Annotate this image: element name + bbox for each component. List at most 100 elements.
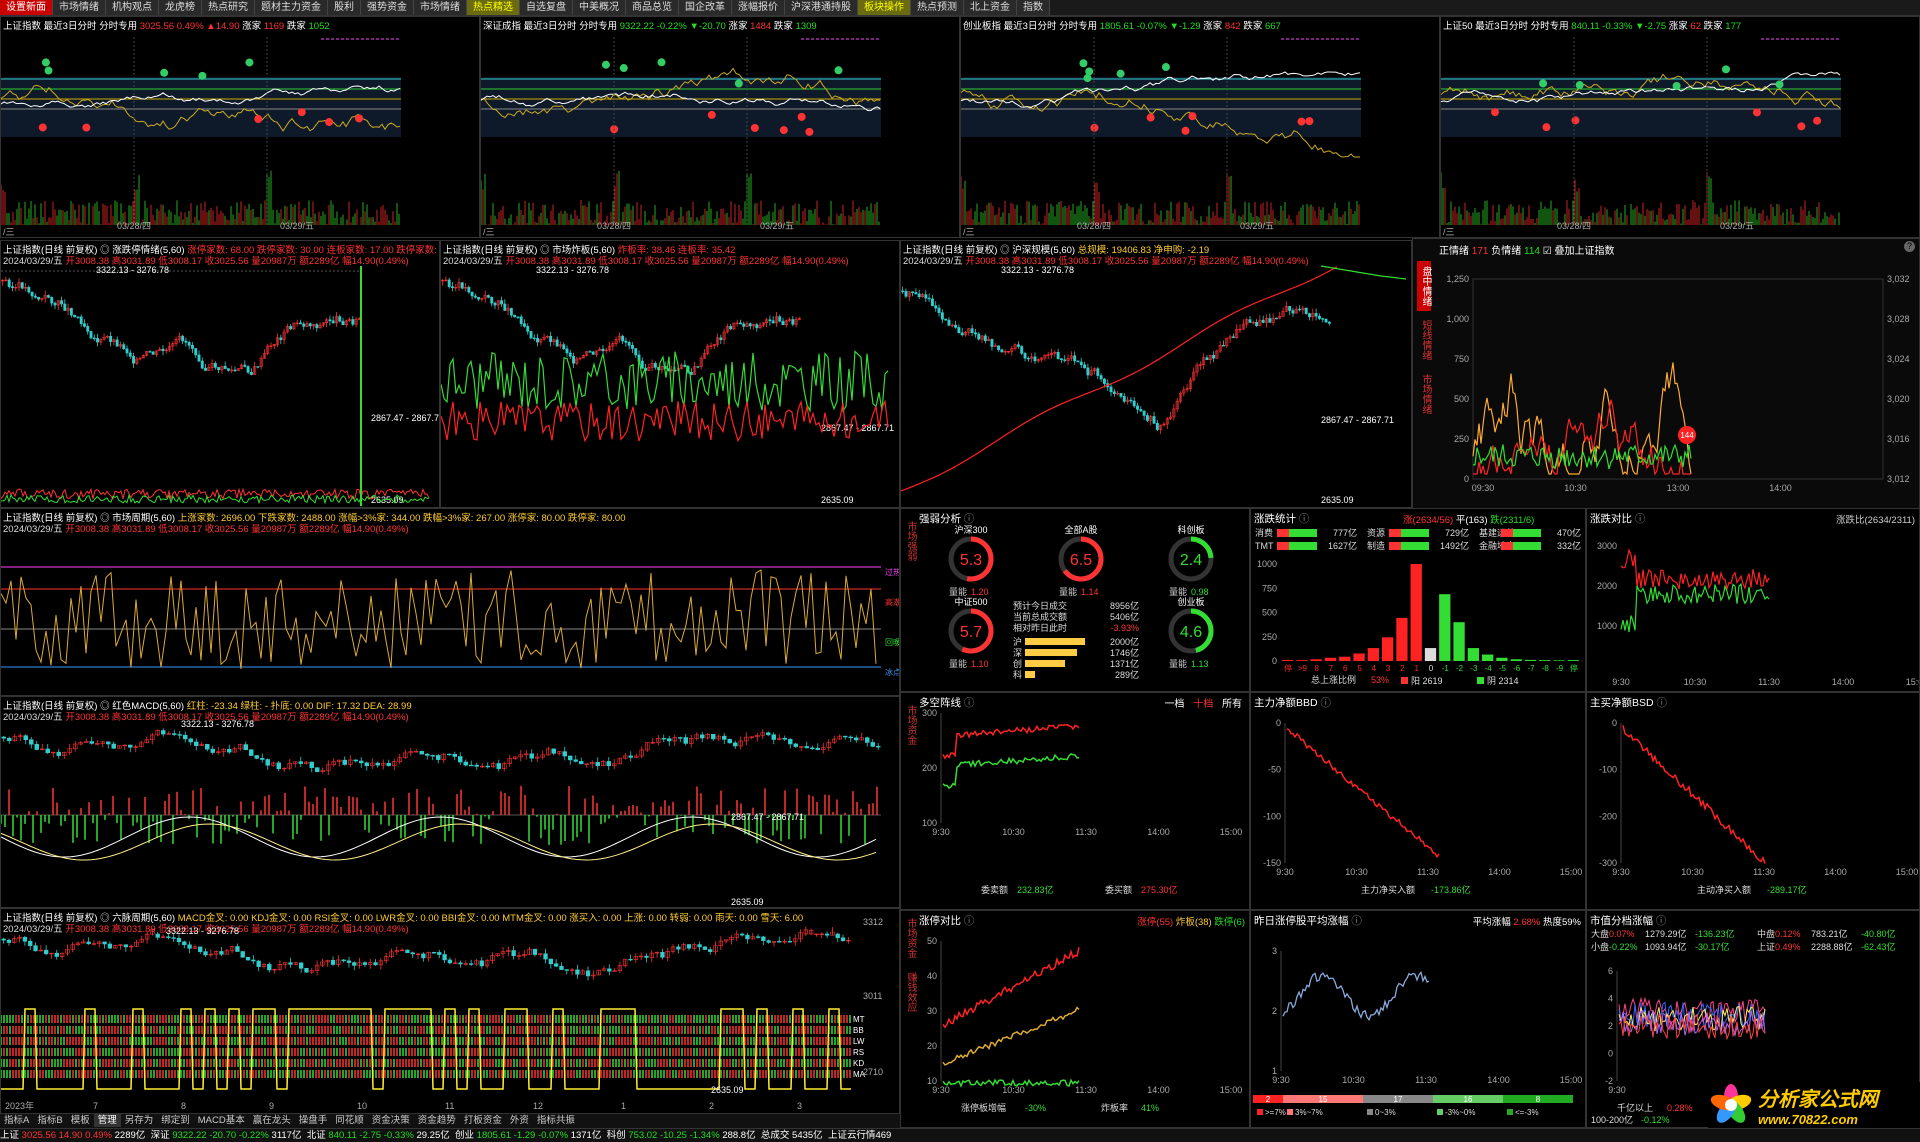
cycle-tag: 高潮	[885, 597, 900, 607]
tab-13[interactable]: 国企改革	[679, 0, 732, 15]
tab-8[interactable]: 市场情绪	[414, 0, 467, 15]
intraday-panel-2[interactable]: 创业板指 最近3日分时 分时专用 1805.61 -0.07% ▼-1.29 涨…	[960, 16, 1440, 238]
emotion-panel[interactable]: 正情绪 171 负情绪 114 ☑ 叠加上证指数 ? 盘中情绪 短线情绪 市场情…	[1412, 238, 1920, 510]
market-cycle-panel[interactable]: 上证指数(日线 前复权) ◎ 市场周期(5,60) 上涨家数: 2696.00 …	[0, 508, 900, 696]
x-tick: 15:00	[1220, 1085, 1243, 1095]
x-tick: 0	[1429, 664, 1434, 673]
candle	[161, 348, 165, 352]
candle	[777, 941, 782, 943]
candle	[739, 933, 745, 936]
indicator-tab-13[interactable]: 外资	[506, 1114, 533, 1127]
tab-3[interactable]: 龙虎榜	[159, 0, 202, 15]
indicator-tab-0[interactable]: 指标A	[0, 1114, 33, 1127]
tab-2[interactable]: 机构观点	[106, 0, 159, 15]
tab-12[interactable]: 商品总览	[626, 0, 679, 15]
indicator-tab-2[interactable]: 模板	[67, 1114, 94, 1127]
candle	[490, 297, 494, 304]
tab-19[interactable]: 指数	[1017, 0, 1050, 15]
limit-compare-panel[interactable]: 市场资金 赚钱效应 涨停对比 ⓘ 涨停(55) 炸板(38) 跌停(6) 50 4…	[900, 910, 1250, 1128]
tab-7[interactable]: 强势资金	[361, 0, 414, 15]
long-short-panel[interactable]: 市场资金 多空阵线 ⓘ 一档 十档 所有 300 200 100 9:30 10:30 1…	[900, 692, 1250, 910]
hist-bar	[1396, 617, 1408, 661]
bsd-panel[interactable]: 主买净额BSD ⓘ 0 -100 -200 -300 9:30 10:30 11:30 14:…	[1586, 692, 1920, 910]
candle	[467, 286, 471, 293]
tab-18[interactable]: 北上资金	[964, 0, 1017, 15]
macd-panel[interactable]: 上证指数(日线 前复权) ◎ 红色MACD(5,60) 红柱: -23.34 绿…	[0, 696, 900, 908]
candle	[947, 319, 951, 326]
kline-panel-scale[interactable]: 上证指数(日线 前复权) ◎ 沪深规模(5,60) 总规模: 19406.83 …	[900, 240, 1412, 508]
indicator-tab-1[interactable]: 指标B	[33, 1114, 66, 1127]
x-tick: 2023年	[5, 1100, 34, 1111]
updown-stats-panel[interactable]: 涨跌统计 ⓘ 涨(2634/56) 平(163) 跌(2311/6) 消费 777…	[1250, 508, 1586, 692]
candle	[934, 305, 938, 309]
cloud-status[interactable]: 上证云行情469	[828, 1130, 891, 1141]
kline-panel-board-break[interactable]: 上证指数(日线 前复权) ◎ 市场炸板(5,60) 炸板率: 38.46 连板率…	[440, 240, 900, 508]
candle	[1268, 318, 1272, 323]
y-tick: 2000	[1597, 581, 1617, 591]
tab-5[interactable]: 题材主力资金	[255, 0, 328, 15]
candle	[627, 342, 631, 346]
tab-4[interactable]: 热点研究	[202, 0, 255, 15]
tab-16[interactable]: 板块操作	[858, 0, 911, 15]
foot-value: 232.83亿	[1017, 884, 1054, 895]
min-label: 2635.09	[821, 495, 854, 505]
cy-pct: -0.07%	[537, 1130, 569, 1141]
indicator-tab-9[interactable]: 同花顺	[331, 1114, 368, 1127]
sector-value: 729亿	[1445, 527, 1469, 538]
indicator-tab-11[interactable]: 资金趋势	[414, 1114, 460, 1127]
strength-panel[interactable]: 市场强弱 强弱分析 ⓘ 沪深300 5.3 量能 1.20 全部A股 6.5 量能 1.14 科…	[900, 508, 1250, 692]
indicator-tab-12[interactable]: 打板资金	[460, 1114, 506, 1127]
x-tick: 3	[1386, 664, 1391, 673]
indicator-tab-4[interactable]: 另存为	[121, 1114, 158, 1127]
tab-14[interactable]: 涨幅报价	[732, 0, 785, 15]
pulse-tag: MT	[853, 1015, 865, 1024]
indicator-tab-10[interactable]: 资金决策	[368, 1114, 414, 1127]
indicator-tab-6[interactable]: MACD基本	[194, 1114, 249, 1127]
yesterday-limit-panel[interactable]: 昨日涨停股平均涨幅 ⓘ 平均涨幅 2.68% 热度59% 3 2 1 9:30 10:3…	[1250, 910, 1586, 1128]
tab-1[interactable]: 市场情绪	[53, 0, 106, 15]
indicator-tab-5[interactable]: 绑定到	[157, 1114, 194, 1127]
candle	[474, 764, 479, 767]
candle	[970, 328, 974, 334]
candle	[47, 295, 50, 298]
x-tick: 9:30	[1276, 867, 1294, 877]
candle	[848, 736, 853, 739]
x-tick: 10	[357, 1101, 367, 1111]
indicator-tab-14[interactable]: 指标共振	[533, 1114, 579, 1127]
updown-ratio-panel[interactable]: 涨跌对比 ⓘ 涨跌比(2634/2311) 3000 2000 1000 9:30 10…	[1586, 508, 1920, 692]
candle	[621, 335, 625, 342]
tab-17[interactable]: 热点预测	[911, 0, 964, 15]
indicator-tab-7[interactable]: 赢在龙头	[249, 1114, 295, 1127]
tab-15[interactable]: 沪深港通持股	[785, 0, 858, 15]
pulse-tag: RS	[853, 1048, 864, 1057]
candle	[86, 941, 91, 945]
six-pulse-panel[interactable]: 上证指数(日线 前复权) ◎ 六脉周期(5,60) MACD金叉: 0.00 K…	[0, 908, 900, 1114]
tab-0[interactable]: 设置新面	[0, 0, 53, 15]
candle	[1231, 336, 1235, 338]
kline-panel-limit-emotion[interactable]: 上证指数(日线 前复权) ◎ 涨跌停情绪(5,60) 涨停家数: 68.00 跌…	[0, 240, 440, 508]
cap-amount: 1093.94亿	[1645, 941, 1687, 952]
badge-text: 144	[1680, 431, 1694, 440]
min-label: 2635.09	[711, 1085, 744, 1095]
cap-name: 大盘	[1591, 928, 1609, 939]
x-tick: -4	[1485, 664, 1493, 673]
intraday-panel-1[interactable]: 深证成指 最近3日分时 分时专用 9322.22 -0.22% ▼-20.70 …	[480, 16, 960, 238]
candle	[86, 326, 90, 332]
indicator-tab-3[interactable]: 管理	[93, 1114, 121, 1127]
tab-9[interactable]: 热点精选	[467, 0, 520, 15]
x-tick: 停	[1284, 663, 1292, 673]
candle	[436, 755, 441, 760]
lo-label: 2867.47 - 2867.71	[731, 812, 804, 822]
sell-line	[942, 723, 1080, 760]
y-tick: 2	[1272, 1006, 1277, 1016]
bbd-panel[interactable]: 主力净额BBD ⓘ 0 -50 -100 -150 9:30 10:30 11:30 14:0…	[1250, 692, 1586, 910]
candle	[405, 949, 410, 954]
intraday-panel-3[interactable]: 上证50 最近3日分时 分时专用 840.11 -0.33% ▼-2.75 涨家…	[1440, 16, 1920, 238]
foot-label: 千亿以上	[1617, 1102, 1653, 1113]
tab-10[interactable]: 自选复盘	[520, 0, 573, 15]
tab-11[interactable]: 中美概况	[573, 0, 626, 15]
intraday-panel-0[interactable]: 上证指数 最近3日分时 分时专用 3025.56 0.49% ▲14.90 涨家…	[0, 16, 480, 238]
tab-6[interactable]: 股利	[328, 0, 361, 15]
indicator-tab-8[interactable]: 操盘手	[295, 1114, 332, 1127]
candle	[1308, 313, 1311, 318]
